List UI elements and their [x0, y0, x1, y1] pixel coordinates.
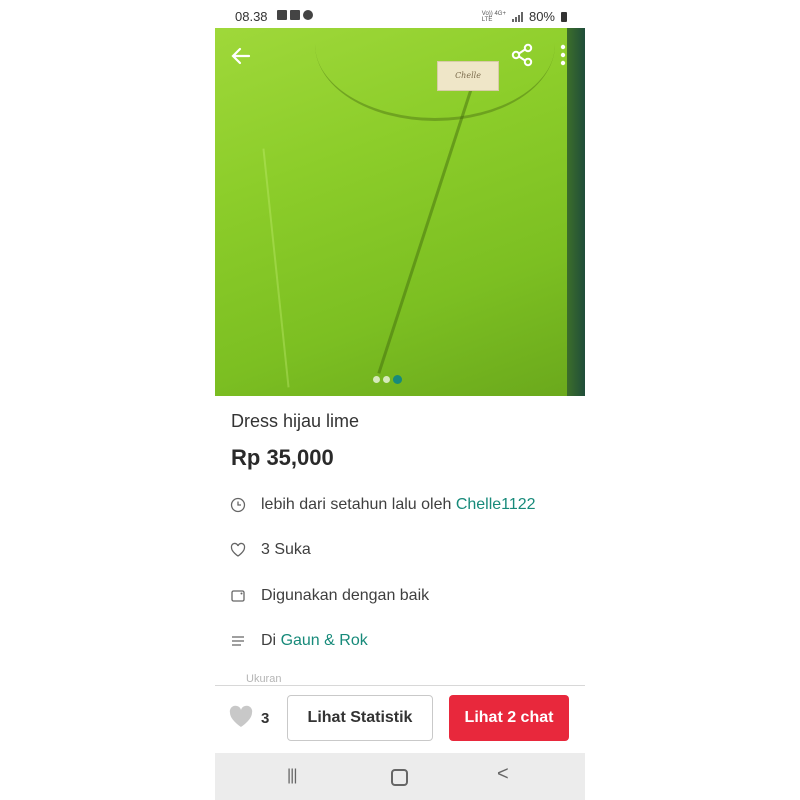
status-time: 08.38 — [235, 9, 268, 24]
dnd-icon — [303, 10, 313, 20]
dress-seam — [377, 87, 473, 374]
pagination-dot-active[interactable] — [393, 375, 402, 384]
view-chats-button[interactable]: Lihat 2 chat — [449, 695, 569, 741]
more-options-icon[interactable] — [555, 42, 571, 68]
clothing-tag: Chelle — [437, 61, 499, 91]
network-bottom: LTE — [481, 16, 493, 23]
like-count: 3 — [261, 710, 270, 727]
dress-seam — [262, 148, 290, 388]
image-pagination — [373, 375, 402, 384]
condition-row: Digunakan dengan baik — [229, 587, 429, 605]
network-indicator: Vo)) 4G+ LTE — [482, 11, 506, 23]
back-arrow-icon[interactable] — [229, 44, 253, 74]
category-text: Di Gaun & Rok — [261, 632, 368, 650]
status-bar: 08.38 Vo)) 4G+ LTE 80% — [215, 6, 585, 28]
condition-text: Digunakan dengan baik — [261, 587, 430, 604]
mail-icon — [277, 10, 287, 20]
phone-screen: 08.38 Vo)) 4G+ LTE 80% Chelle Dress hija… — [215, 0, 585, 800]
clock-icon — [229, 496, 247, 514]
background-fabric — [567, 28, 585, 396]
posted-info-row: lebih dari setahun lalu oleh Chelle1122 — [229, 496, 536, 514]
pagination-dot[interactable] — [383, 376, 390, 383]
product-price: Rp 35,000 — [231, 445, 334, 470]
divider — [215, 685, 585, 686]
notification-icons — [277, 10, 313, 20]
posted-time: lebih dari setahun lalu oleh — [261, 496, 456, 513]
posted-text: lebih dari setahun lalu oleh Chelle1122 — [261, 496, 536, 514]
list-icon — [229, 632, 247, 650]
likes-link[interactable]: 3 Suka — [261, 541, 311, 559]
tag-icon — [229, 587, 247, 605]
image-icon — [290, 10, 300, 20]
share-icon[interactable] — [509, 42, 535, 68]
battery-text: 80% — [528, 9, 555, 24]
signal-icon — [511, 11, 523, 22]
category-prefix: Di — [261, 632, 281, 649]
likes-row: 3 Suka — [229, 541, 311, 559]
seller-link[interactable]: Chelle1122 — [456, 496, 536, 513]
size-label: Ukuran — [246, 673, 282, 685]
home-icon[interactable] — [391, 769, 408, 786]
view-statistics-button[interactable]: Lihat Statistik — [287, 695, 433, 741]
like-heart-icon[interactable] — [228, 705, 254, 731]
status-right: Vo)) 4G+ LTE 80% — [482, 9, 567, 24]
product-title: Dress hijau lime — [231, 411, 360, 431]
nav-back-icon[interactable]: < — [497, 763, 509, 786]
recent-apps-icon[interactable]: ||| — [287, 767, 298, 785]
battery-icon — [561, 11, 567, 22]
heart-outline-icon — [229, 541, 247, 559]
system-nav-bar: ||| < — [215, 753, 585, 800]
product-image[interactable]: Chelle — [215, 28, 585, 396]
pagination-dot[interactable] — [373, 376, 380, 383]
category-link[interactable]: Gaun & Rok — [281, 632, 368, 649]
category-row: Di Gaun & Rok — [229, 632, 368, 650]
